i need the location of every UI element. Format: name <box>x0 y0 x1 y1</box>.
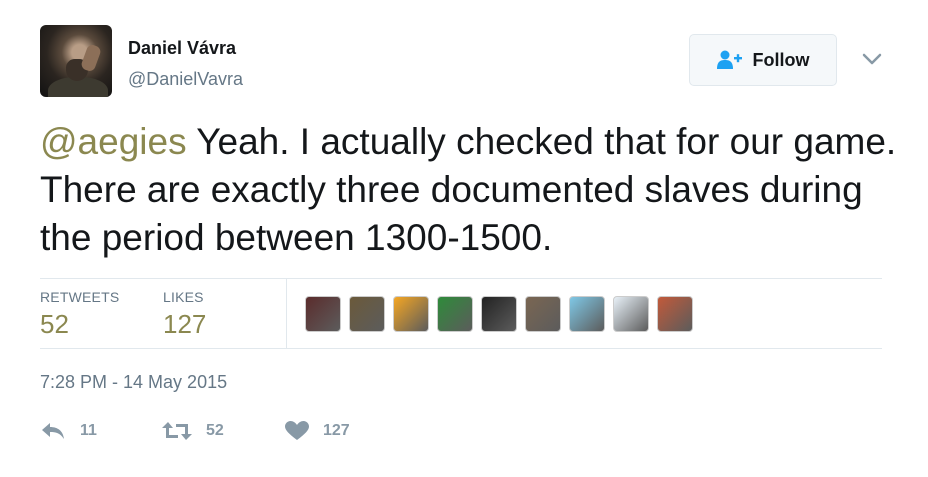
tweet-mention-link[interactable]: @aegies <box>40 121 187 162</box>
author-name[interactable]: Daniel Vávra <box>128 38 236 59</box>
stats-bottom-divider <box>40 348 882 349</box>
avatar-hand <box>79 43 103 73</box>
tweet-timestamp[interactable]: 7:28 PM - 14 May 2015 <box>40 372 227 393</box>
add-user-icon <box>716 50 742 69</box>
retweet-count: 52 <box>206 422 224 439</box>
heart-icon <box>285 421 309 440</box>
retweets-label: RETWEETS <box>40 289 120 305</box>
liker-avatar[interactable] <box>437 296 473 332</box>
reply-icon <box>42 423 64 439</box>
liker-avatar[interactable] <box>569 296 605 332</box>
like-button[interactable]: 127 <box>285 421 350 441</box>
liker-avatar[interactable] <box>525 296 561 332</box>
retweets-count[interactable]: 52 <box>40 309 69 340</box>
liker-avatars <box>305 296 693 332</box>
chevron-down-icon[interactable] <box>862 52 882 66</box>
liker-avatar[interactable] <box>613 296 649 332</box>
likes-label: LIKES <box>163 289 204 305</box>
liker-avatar[interactable] <box>393 296 429 332</box>
reply-button[interactable]: 11 <box>40 421 97 441</box>
like-count: 127 <box>323 422 350 439</box>
reply-count: 11 <box>80 422 97 439</box>
likes-count[interactable]: 127 <box>163 309 206 340</box>
retweet-button[interactable]: 52 <box>162 421 224 441</box>
stats-top-divider <box>40 278 882 279</box>
author-avatar[interactable] <box>40 25 112 97</box>
retweet-icon <box>162 422 192 440</box>
follow-button[interactable]: Follow <box>689 34 837 86</box>
liker-avatar[interactable] <box>305 296 341 332</box>
stats-vertical-divider <box>286 279 287 348</box>
liker-avatar[interactable] <box>657 296 693 332</box>
liker-avatar[interactable] <box>481 296 517 332</box>
author-handle[interactable]: @DanielVavra <box>128 69 243 90</box>
tweet-text: @aegies Yeah. I actually checked that fo… <box>40 118 900 262</box>
follow-button-label: Follow <box>752 49 810 70</box>
liker-avatar[interactable] <box>349 296 385 332</box>
